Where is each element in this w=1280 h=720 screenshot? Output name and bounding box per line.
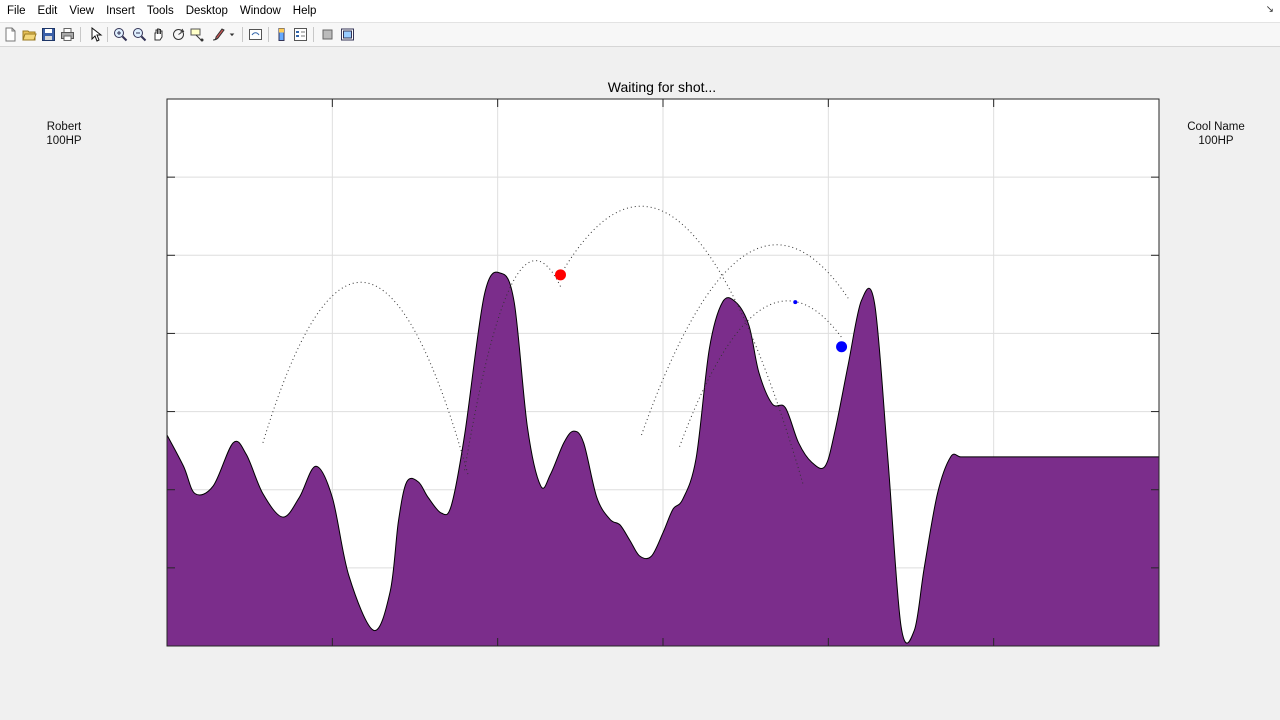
game-plot[interactable]: [0, 0, 1280, 720]
tank-cool-name: [836, 341, 848, 353]
projectile: [793, 300, 798, 305]
tank-robert: [554, 269, 566, 281]
